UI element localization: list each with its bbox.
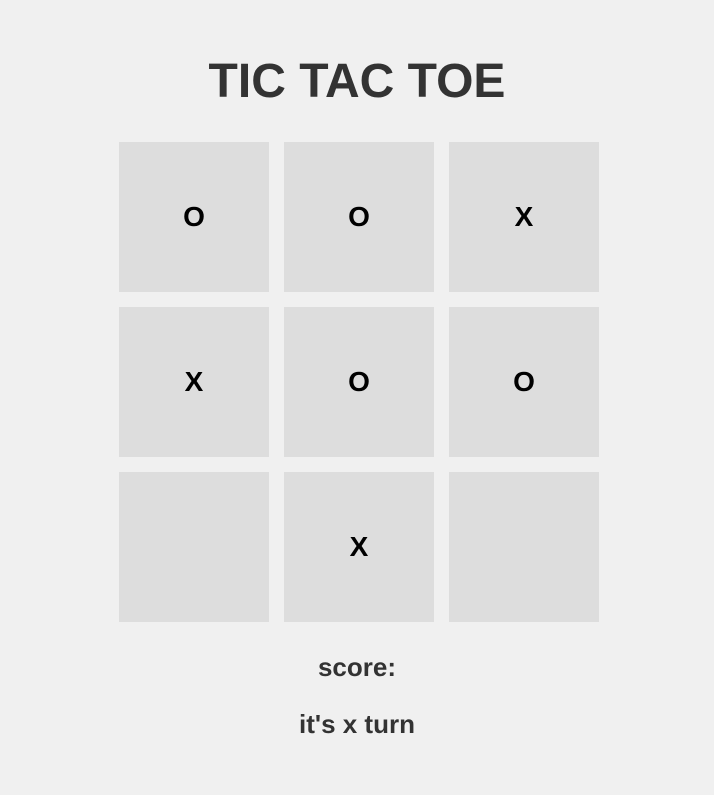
board-cell-6[interactable]: o (449, 307, 599, 457)
board-cell-1[interactable]: o (119, 142, 269, 292)
board-cell-5[interactable]: o (284, 307, 434, 457)
board-cell-2[interactable]: o (284, 142, 434, 292)
board-cell-3[interactable]: x (449, 142, 599, 292)
turn-indicator: it's x turn (299, 709, 415, 739)
board-cell-8[interactable]: x (284, 472, 434, 622)
score-label: score: (317, 652, 397, 682)
game-board: o o x x o o x (119, 142, 599, 622)
board-cell-7[interactable] (119, 472, 269, 622)
board-cell-4[interactable]: x (119, 307, 269, 457)
game-title: TIC TAC TOE (208, 55, 506, 108)
board-cell-9[interactable] (449, 472, 599, 622)
